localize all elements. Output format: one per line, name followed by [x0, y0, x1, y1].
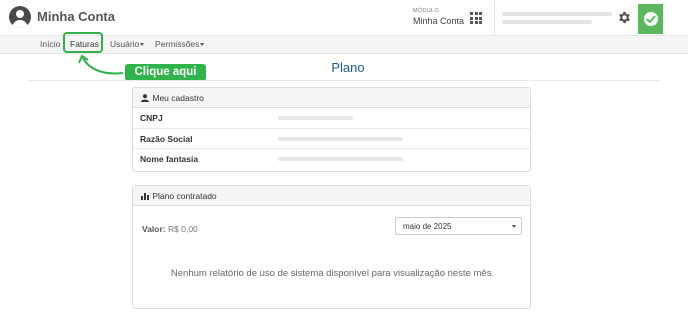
nav-item-permissoes[interactable]: Permissões — [155, 39, 205, 49]
caret-down-icon — [140, 43, 145, 47]
row-label: CNPJ — [140, 113, 163, 123]
page-title: Plano — [331, 60, 365, 75]
valor-value: R$ 0,00 — [168, 224, 198, 234]
blurred-account-info — [502, 12, 612, 16]
module-name: Minha Conta — [413, 15, 465, 26]
valor-label: Valor: — [142, 224, 166, 234]
app-header: Minha Conta MÓDULO Minha Conta — [0, 0, 688, 35]
gear-icon[interactable] — [617, 10, 632, 25]
faturas-highlight-box — [63, 32, 103, 53]
chevron-down-icon — [512, 225, 516, 228]
blurred-value — [278, 116, 353, 120]
module-label: MÓDULO — [413, 8, 439, 14]
month-select[interactable]: maio de 2025 — [395, 217, 522, 235]
plano-heading-text: Plano contratado — [152, 191, 217, 201]
status-tile[interactable] — [638, 4, 663, 34]
app-title: Minha Conta — [37, 9, 115, 24]
nav-label: Início — [40, 39, 61, 49]
plano-panel-heading: Plano contratado — [133, 186, 530, 206]
month-select-value: maio de 2025 — [403, 222, 452, 231]
blurred-account-info-2 — [502, 20, 592, 24]
blurred-value — [278, 157, 403, 161]
user-avatar-icon[interactable] — [9, 6, 31, 28]
valor-field: Valor: R$ 0,00 — [142, 224, 198, 234]
plano-panel: Plano contratado Valor: R$ 0,00 maio de … — [132, 185, 531, 309]
table-row: CNPJ — [133, 108, 530, 128]
main-nav: Início Faturas Usuário Permissões — [0, 35, 688, 54]
blurred-value — [278, 137, 403, 141]
table-row: Nome fantasia — [133, 148, 530, 168]
row-label: Razão Social — [140, 134, 193, 144]
row-label: Nome fantasia — [140, 154, 199, 164]
title-divider — [27, 80, 661, 81]
cadastro-panel-heading: Meu cadastro — [133, 88, 530, 108]
user-icon — [141, 94, 149, 102]
nav-label: Permissões — [155, 39, 200, 49]
grid-icon[interactable] — [470, 12, 482, 24]
caret-down-icon — [200, 43, 205, 47]
nav-label: Usuário — [110, 39, 140, 49]
module-switcher[interactable]: MÓDULO Minha Conta — [413, 8, 465, 26]
empty-report-message: Nenhum relatório de uso de sistema dispo… — [170, 268, 495, 279]
bar-chart-icon — [141, 193, 149, 200]
nav-item-usuario[interactable]: Usuário — [110, 39, 145, 49]
cadastro-heading-text: Meu cadastro — [152, 93, 204, 103]
header-divider — [494, 0, 495, 35]
nav-item-inicio[interactable]: Início — [40, 39, 60, 49]
cadastro-table: CNPJ Razão Social Nome fantasia — [133, 108, 530, 168]
table-row: Razão Social — [133, 128, 530, 148]
cadastro-panel: Meu cadastro CNPJ Razão Social Nome fant… — [132, 87, 531, 172]
